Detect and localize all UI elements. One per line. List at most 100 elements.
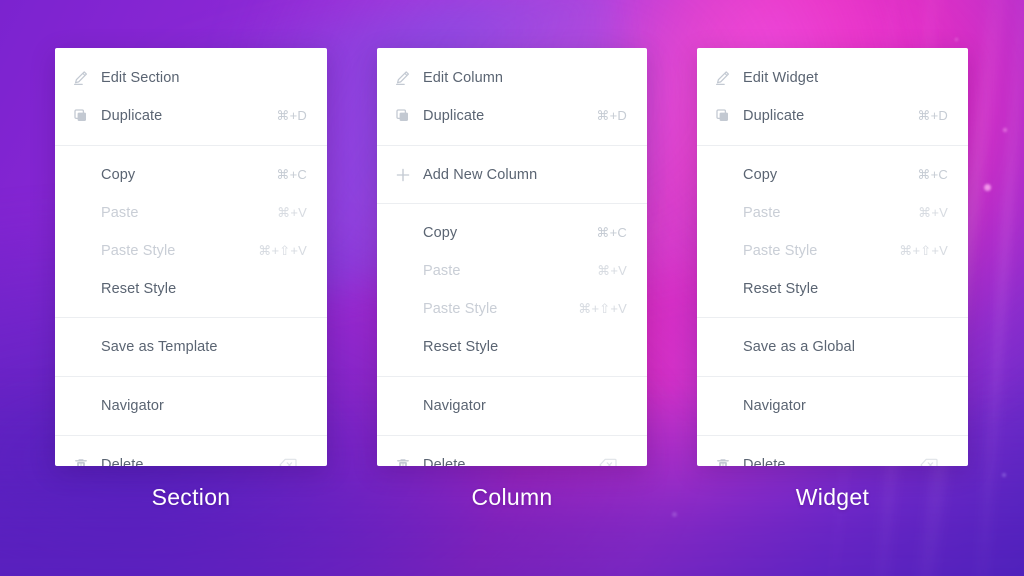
- menu-item-label: Navigator: [423, 398, 486, 414]
- menu-item-paste: Paste ⌘+V: [697, 194, 968, 232]
- context-menu-widget[interactable]: Edit Widget Duplicate ⌘+D Copy ⌘+C Paste ⌘+V Pa…: [697, 48, 968, 466]
- icon-placeholder: [73, 204, 99, 222]
- menu-item-reset-style[interactable]: Reset Style: [697, 270, 968, 308]
- menu-item-label: Save as a Global: [743, 339, 856, 355]
- menu-item-label: Copy: [743, 167, 778, 183]
- menu-item-save-as-a-global[interactable]: Save as a Global: [697, 328, 968, 366]
- context-menu-column[interactable]: Edit Column Duplicate ⌘+D Add New Column Cop…: [377, 48, 647, 466]
- trash-icon: [715, 456, 741, 466]
- menu-group: Delete: [55, 436, 327, 466]
- menu-group: Copy ⌘+C Paste ⌘+V Paste Style ⌘+⇧+V Reset Sty…: [697, 146, 968, 318]
- menu-item-label: Duplicate: [101, 108, 163, 124]
- icon-placeholder: [73, 280, 99, 298]
- duplicate-icon: [73, 107, 99, 125]
- menu-item-shortcut: ⌘+⇧+V: [578, 301, 627, 316]
- menu-item-label: Edit Widget: [743, 70, 819, 86]
- icon-placeholder: [395, 224, 421, 242]
- menu-item-label: Edit Column: [423, 70, 504, 86]
- duplicate-icon: [715, 107, 741, 125]
- backspace-icon: [279, 456, 305, 466]
- menu-item-label: Copy: [423, 225, 458, 241]
- menu-group: Navigator: [55, 377, 327, 436]
- backspace-icon: [920, 456, 946, 466]
- icon-placeholder: [715, 242, 741, 260]
- menu-item-label: Copy: [101, 167, 136, 183]
- menu-group: Navigator: [377, 377, 647, 436]
- menu-item-label: Paste: [743, 205, 781, 221]
- menu-item-delete[interactable]: Delete: [377, 446, 647, 466]
- trash-icon: [395, 456, 421, 466]
- menu-item-duplicate[interactable]: Duplicate ⌘+D: [697, 97, 968, 135]
- menu-item-navigator[interactable]: Navigator: [377, 387, 647, 425]
- menu-item-copy[interactable]: Copy ⌘+C: [697, 156, 968, 194]
- menu-group: Edit Widget Duplicate ⌘+D: [697, 48, 968, 146]
- menu-item-label: Add New Column: [423, 167, 538, 183]
- icon-placeholder: [715, 280, 741, 298]
- menu-item-edit-widget[interactable]: Edit Widget: [697, 59, 968, 97]
- context-menu-section[interactable]: Edit Section Duplicate ⌘+D Copy ⌘+C Paste ⌘+V P…: [55, 48, 327, 466]
- menu-item-label: Paste: [101, 205, 139, 221]
- caption-widget: Widget: [795, 484, 870, 510]
- menu-group: Edit Section Duplicate ⌘+D: [55, 48, 327, 146]
- menu-item-label: Paste Style: [743, 243, 818, 259]
- menu-item-shortcut: ⌘+⇧+V: [899, 243, 948, 258]
- icon-placeholder: [395, 338, 421, 356]
- menu-item-shortcut: ⌘+D: [596, 108, 627, 123]
- pencil-icon: [395, 69, 421, 87]
- menu-item-label: Paste: [423, 263, 461, 279]
- icon-placeholder: [715, 338, 741, 356]
- menu-item-duplicate[interactable]: Duplicate ⌘+D: [55, 97, 327, 135]
- menu-item-copy[interactable]: Copy ⌘+C: [55, 156, 327, 194]
- menu-item-edit-section[interactable]: Edit Section: [55, 59, 327, 97]
- menu-group: Edit Column Duplicate ⌘+D: [377, 48, 647, 146]
- menu-item-reset-style[interactable]: Reset Style: [55, 270, 327, 308]
- menu-item-navigator[interactable]: Navigator: [697, 387, 968, 425]
- icon-placeholder: [715, 397, 741, 415]
- menu-item-label: Delete: [101, 457, 144, 466]
- menu-group: Delete: [697, 436, 968, 466]
- menu-item-paste-style: Paste Style ⌘+⇧+V: [55, 232, 327, 270]
- menu-group: Save as a Global: [697, 318, 968, 377]
- menu-item-shortcut: ⌘+C: [596, 225, 627, 240]
- menu-item-edit-column[interactable]: Edit Column: [377, 59, 647, 97]
- trash-icon: [73, 456, 99, 466]
- pencil-icon: [73, 69, 99, 87]
- icon-placeholder: [715, 204, 741, 222]
- menu-item-label: Paste Style: [423, 301, 498, 317]
- menu-item-paste: Paste ⌘+V: [55, 194, 327, 232]
- menu-item-label: Navigator: [743, 398, 806, 414]
- menu-item-label: Paste Style: [101, 243, 176, 259]
- menu-item-add-new-column[interactable]: Add New Column: [377, 156, 647, 194]
- menu-group: Copy ⌘+C Paste ⌘+V Paste Style ⌘+⇧+V Reset Sty…: [55, 146, 327, 318]
- menu-item-paste: Paste ⌘+V: [377, 252, 647, 290]
- icon-placeholder: [395, 262, 421, 280]
- menu-item-label: Reset Style: [743, 281, 819, 297]
- menu-item-save-as-template[interactable]: Save as Template: [55, 328, 327, 366]
- menu-item-delete[interactable]: Delete: [697, 446, 968, 466]
- menu-item-copy[interactable]: Copy ⌘+C: [377, 214, 647, 252]
- menu-item-label: Edit Section: [101, 70, 180, 86]
- backspace-icon: [599, 456, 627, 466]
- menu-item-label: Save as Template: [101, 339, 218, 355]
- menu-item-shortcut: ⌘+D: [276, 108, 307, 123]
- context-menu-collection: Edit Section Duplicate ⌘+D Copy ⌘+C Paste ⌘+V P…: [0, 0, 1024, 576]
- menu-item-duplicate[interactable]: Duplicate ⌘+D: [377, 97, 647, 135]
- icon-placeholder: [73, 166, 99, 184]
- menu-item-label: Duplicate: [423, 108, 485, 124]
- icon-placeholder: [715, 166, 741, 184]
- menu-item-shortcut: ⌘+V: [597, 263, 627, 278]
- menu-item-label: Delete: [743, 457, 786, 466]
- menu-item-reset-style[interactable]: Reset Style: [377, 328, 647, 366]
- icon-placeholder: [395, 300, 421, 318]
- menu-group: Navigator: [697, 377, 968, 436]
- menu-item-shortcut: ⌘+V: [918, 205, 948, 220]
- menu-item-paste-style: Paste Style ⌘+⇧+V: [377, 290, 647, 328]
- menu-item-label: Reset Style: [101, 281, 177, 297]
- menu-item-delete[interactable]: Delete: [55, 446, 327, 466]
- menu-item-label: Reset Style: [423, 339, 499, 355]
- menu-item-label: Navigator: [101, 398, 164, 414]
- menu-group: Save as Template: [55, 318, 327, 377]
- menu-item-label: Delete: [423, 457, 466, 466]
- menu-item-navigator[interactable]: Navigator: [55, 387, 327, 425]
- backspace-icon: [279, 456, 307, 466]
